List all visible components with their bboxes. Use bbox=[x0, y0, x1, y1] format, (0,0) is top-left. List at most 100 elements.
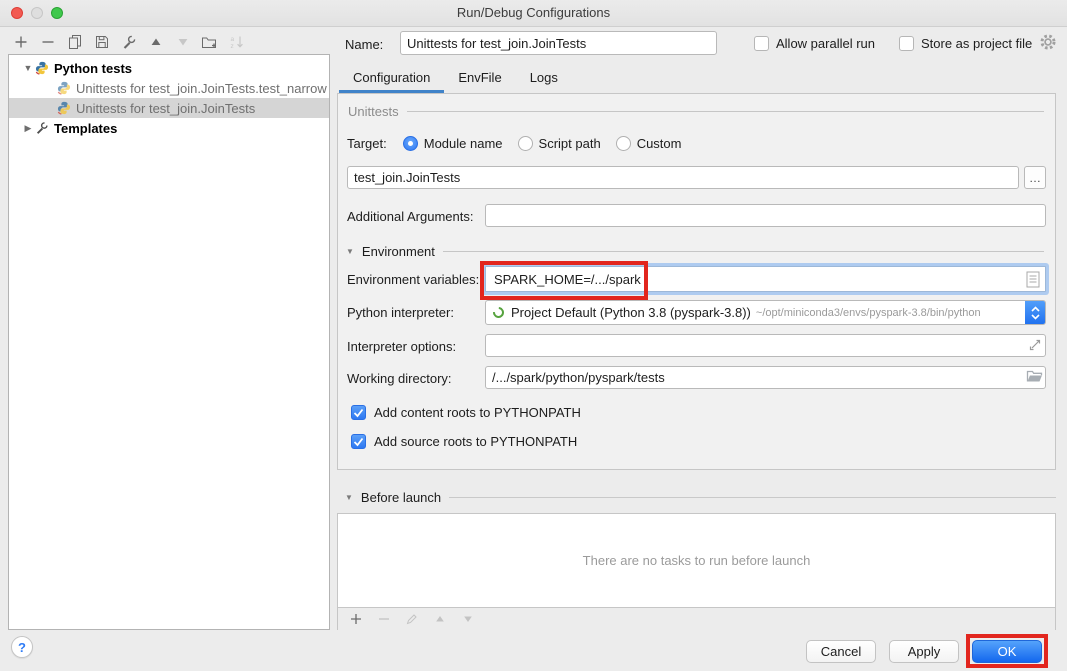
checkbox-checked-icon[interactable] bbox=[351, 405, 366, 420]
apply-button[interactable]: Apply bbox=[889, 640, 959, 663]
radio-module-name-label: Module name bbox=[424, 136, 503, 151]
radio-script-path-label: Script path bbox=[539, 136, 601, 151]
browse-module-button[interactable]: … bbox=[1024, 166, 1046, 189]
collapse-arrow-icon[interactable]: ▼ bbox=[345, 493, 353, 502]
move-down-icon bbox=[174, 34, 191, 51]
no-tasks-message: There are no tasks to run before launch bbox=[338, 514, 1055, 607]
svg-text:z: z bbox=[230, 43, 233, 50]
expand-field-icon[interactable] bbox=[1028, 338, 1042, 355]
ok-button[interactable]: OK bbox=[972, 640, 1042, 663]
tree-item-templates[interactable]: ▶ Templates bbox=[9, 118, 329, 138]
interpreter-options-label: Interpreter options: bbox=[347, 339, 456, 354]
before-launch-tasks-panel: There are no tasks to run before launch bbox=[337, 513, 1056, 630]
target-row: Target: Module name Script path Custom bbox=[347, 136, 696, 151]
tree-item-label: Templates bbox=[54, 121, 117, 136]
environment-section-header[interactable]: ▼ Environment bbox=[346, 244, 1044, 259]
remove-configuration-icon[interactable] bbox=[39, 34, 56, 51]
environment-variables-input[interactable]: SPARK_HOME=/.../spark bbox=[485, 266, 1046, 292]
add-content-roots-label: Add content roots to PYTHONPATH bbox=[374, 405, 581, 420]
add-configuration-icon[interactable] bbox=[12, 34, 29, 51]
store-options-gear-icon[interactable] bbox=[1039, 33, 1057, 51]
working-directory-label: Working directory: bbox=[347, 371, 452, 386]
tree-item-jointests-selected[interactable]: Unittests for test_join.JoinTests bbox=[9, 98, 329, 118]
combobox-arrows-icon[interactable] bbox=[1025, 300, 1046, 325]
save-configuration-icon[interactable] bbox=[93, 34, 110, 51]
python-interpreter-select[interactable]: Project Default (Python 3.8 (pyspark-3.8… bbox=[485, 300, 1046, 325]
radio-unselected-icon[interactable] bbox=[518, 136, 533, 151]
python-interpreter-label: Python interpreter: bbox=[347, 305, 454, 320]
cancel-button[interactable]: Cancel bbox=[806, 640, 876, 663]
tree-item-test-narrow[interactable]: Unittests for test_join.JoinTests.test_n… bbox=[9, 78, 329, 98]
checkbox-unchecked-icon[interactable] bbox=[899, 36, 914, 51]
name-input[interactable] bbox=[400, 31, 717, 55]
python-test-config-icon bbox=[57, 81, 71, 95]
tasks-toolbar bbox=[338, 607, 1055, 630]
target-label: Target: bbox=[347, 136, 387, 151]
before-launch-header[interactable]: ▼ Before launch bbox=[337, 490, 1056, 505]
add-source-roots-checkbox[interactable]: Add source roots to PYTHONPATH bbox=[351, 434, 577, 449]
radio-unselected-icon[interactable] bbox=[616, 136, 631, 151]
additional-arguments-input[interactable] bbox=[485, 204, 1046, 227]
add-content-roots-checkbox[interactable]: Add content roots to PYTHONPATH bbox=[351, 405, 581, 420]
additional-arguments-label: Additional Arguments: bbox=[347, 209, 473, 224]
name-label: Name: bbox=[345, 37, 383, 52]
move-up-icon[interactable] bbox=[147, 34, 164, 51]
edit-task-icon bbox=[403, 611, 420, 628]
environment-variables-label: Environment variables: bbox=[347, 272, 479, 287]
python-tests-icon bbox=[35, 61, 49, 75]
configurations-toolbar: az bbox=[12, 31, 245, 53]
sort-alphabetically-icon: az bbox=[228, 34, 245, 51]
run-debug-configurations-dialog: Run/Debug Configurations az ▼ Pytho bbox=[0, 0, 1067, 671]
remove-task-icon bbox=[375, 611, 392, 628]
separator-line bbox=[449, 497, 1056, 498]
before-launch-label: Before launch bbox=[361, 490, 441, 505]
python-test-config-icon bbox=[57, 101, 71, 115]
add-source-roots-label: Add source roots to PYTHONPATH bbox=[374, 434, 577, 449]
tree-item-label: Unittests for test_join.JoinTests bbox=[76, 101, 255, 116]
edit-variables-icon[interactable] bbox=[1026, 271, 1040, 291]
store-as-project-file-label: Store as project file bbox=[921, 36, 1032, 51]
radio-module-name[interactable]: Module name bbox=[403, 136, 503, 151]
module-name-input[interactable] bbox=[347, 166, 1019, 189]
radio-custom-label: Custom bbox=[637, 136, 682, 151]
allow-parallel-run-checkbox[interactable]: Allow parallel run bbox=[754, 36, 875, 51]
collapse-arrow-icon[interactable]: ▼ bbox=[24, 63, 33, 73]
tab-configuration[interactable]: Configuration bbox=[339, 66, 444, 93]
checkbox-unchecked-icon[interactable] bbox=[754, 36, 769, 51]
expand-arrow-icon[interactable]: ▶ bbox=[25, 123, 32, 134]
move-task-down-icon bbox=[459, 611, 476, 628]
radio-selected-icon[interactable] bbox=[403, 136, 418, 151]
edit-templates-icon[interactable] bbox=[120, 34, 137, 51]
new-folder-icon[interactable] bbox=[201, 34, 218, 51]
move-task-up-icon bbox=[431, 611, 448, 628]
working-directory-input[interactable] bbox=[485, 366, 1046, 389]
tree-item-label: Python tests bbox=[54, 61, 132, 76]
python-interpreter-value: Project Default (Python 3.8 (pyspark-3.8… bbox=[511, 305, 751, 320]
tab-logs[interactable]: Logs bbox=[516, 66, 572, 93]
tree-item-label: Unittests for test_join.JoinTests.test_n… bbox=[76, 81, 327, 96]
configurations-tree: ▼ Python tests Unittests for test_join.J… bbox=[8, 54, 330, 630]
environment-section-label: Environment bbox=[362, 244, 435, 259]
radio-script-path[interactable]: Script path bbox=[518, 136, 601, 151]
store-as-project-file-checkbox[interactable]: Store as project file bbox=[899, 36, 1032, 51]
environment-variables-value: SPARK_HOME=/.../spark bbox=[494, 272, 641, 287]
conda-env-icon bbox=[491, 305, 506, 320]
tree-item-python-tests[interactable]: ▼ Python tests bbox=[9, 58, 329, 78]
radio-custom[interactable]: Custom bbox=[616, 136, 682, 151]
window-title: Run/Debug Configurations bbox=[0, 5, 1067, 20]
unittests-group-header: Unittests bbox=[348, 104, 1044, 119]
titlebar: Run/Debug Configurations bbox=[0, 0, 1067, 27]
copy-configuration-icon[interactable] bbox=[66, 34, 83, 51]
tab-envfile[interactable]: EnvFile bbox=[444, 66, 515, 93]
allow-parallel-run-label: Allow parallel run bbox=[776, 36, 875, 51]
interpreter-options-input[interactable] bbox=[485, 334, 1046, 357]
add-task-icon[interactable] bbox=[347, 611, 364, 628]
collapse-arrow-icon[interactable]: ▼ bbox=[346, 247, 354, 256]
svg-text:a: a bbox=[230, 36, 234, 43]
checkbox-checked-icon[interactable] bbox=[351, 434, 366, 449]
separator-line bbox=[407, 111, 1044, 112]
config-tabs: Configuration EnvFile Logs bbox=[337, 66, 572, 93]
browse-folder-icon[interactable] bbox=[1026, 369, 1043, 386]
unittests-group-label: Unittests bbox=[348, 104, 399, 119]
help-button[interactable]: ? bbox=[11, 636, 33, 658]
